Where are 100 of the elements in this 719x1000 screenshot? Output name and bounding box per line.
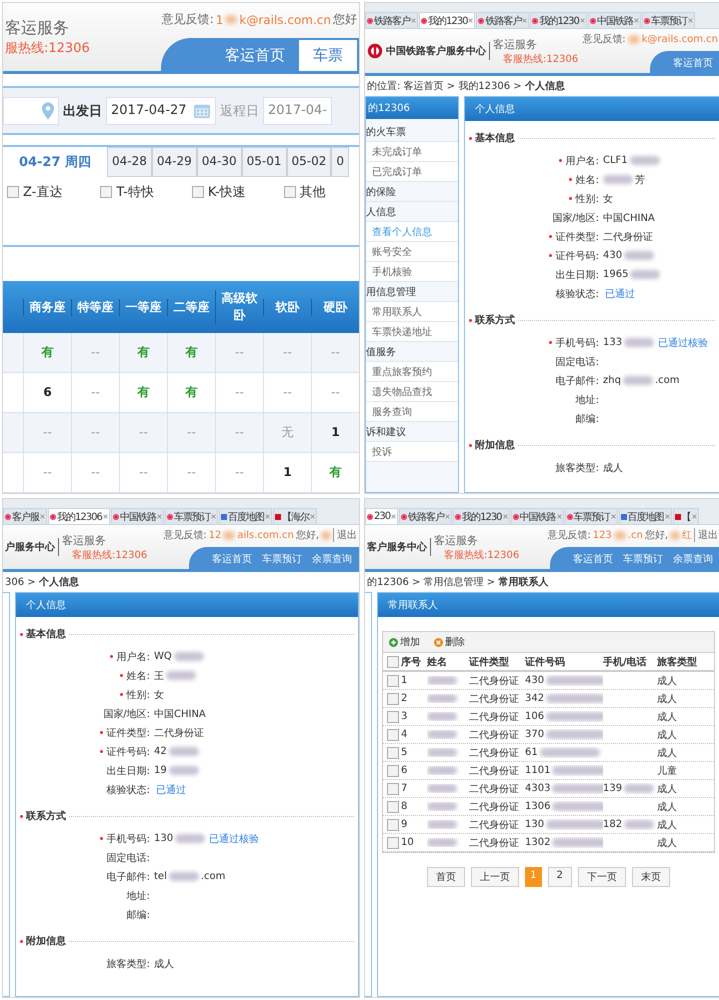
checkbox[interactable] [387, 710, 399, 722]
sidebar-item[interactable]: 手机核验 [366, 262, 458, 282]
feedback-label: 意见反馈: [582, 32, 626, 46]
greeting-text: 您好, [644, 529, 668, 542]
checkbox[interactable] [387, 800, 399, 812]
close-icon[interactable] [610, 514, 616, 519]
close-icon[interactable] [310, 514, 315, 519]
checkbox[interactable] [387, 656, 399, 668]
browser-tab[interactable]: 中国铁路 [110, 508, 164, 524]
table-cell: -- [23, 413, 71, 452]
logout-link[interactable]: 退出 [694, 528, 718, 542]
browser-tab[interactable]: 中国铁路 [588, 12, 641, 28]
close-icon[interactable] [688, 18, 693, 23]
station-field[interactable] [3, 96, 59, 124]
redaction-smudge [546, 730, 603, 739]
checkbox[interactable] [387, 728, 399, 740]
browser-tab[interactable]: 客户服 [3, 508, 47, 524]
close-icon[interactable] [522, 18, 528, 23]
close-icon[interactable] [468, 18, 474, 23]
train-type-checkbox[interactable]: T-特快 [100, 183, 154, 201]
close-icon[interactable] [634, 18, 639, 23]
browser-tab[interactable]: 我的12306 [48, 508, 110, 524]
browser-tab[interactable]: 车票预订 [642, 12, 695, 28]
browser-tab[interactable]: 我的1230 [530, 12, 587, 28]
sidebar-item[interactable]: 账号安全 [366, 242, 458, 262]
browser-tab[interactable]: 【海尔 [272, 508, 317, 524]
date-tab[interactable]: 04-30 [196, 147, 242, 177]
checkbox[interactable] [387, 818, 399, 830]
browser-tab[interactable]: 【 [672, 508, 699, 524]
sidebar-item[interactable]: 遗失物品查找 [366, 382, 458, 402]
browser-tab[interactable]: 铁路客户 [476, 12, 530, 28]
date-tab[interactable]: 05-01 [242, 147, 286, 177]
page-button[interactable]: 下一页 [578, 867, 626, 887]
redaction-smudge [546, 676, 603, 685]
toolbar-button[interactable]: 增加 [389, 635, 420, 649]
status-link[interactable]: 已通过 [605, 286, 635, 300]
browser-tab[interactable]: 中国铁路 [510, 508, 564, 524]
close-icon[interactable] [502, 514, 508, 519]
close-icon[interactable] [210, 514, 216, 519]
site-icon [5, 514, 11, 520]
sidebar-item[interactable]: 服务查询 [366, 402, 458, 422]
browser-tab[interactable]: 我的1230 [453, 508, 510, 524]
browser-tab[interactable]: 车票预订 [164, 508, 218, 524]
checkbox[interactable] [387, 782, 399, 794]
sidebar-item[interactable]: 车票快递地址 [366, 322, 458, 342]
table-cell-text: 成人 [657, 818, 678, 832]
close-icon[interactable] [445, 514, 450, 519]
browser-tab[interactable]: 百度地图 [218, 508, 272, 524]
date-tab[interactable]: 04-29 [152, 147, 197, 177]
close-icon[interactable] [664, 514, 670, 519]
close-icon[interactable] [692, 514, 697, 519]
date-tab[interactable]: 04-28 [107, 147, 152, 177]
browser-tab[interactable]: 百度地图 [618, 508, 672, 524]
train-type-checkbox[interactable]: Z-直达 [7, 183, 62, 201]
nav-link[interactable]: 车票 [299, 40, 357, 71]
calendar-icon[interactable] [193, 102, 211, 118]
close-icon[interactable] [411, 18, 416, 23]
toolbar-button[interactable]: 删除 [434, 635, 465, 649]
status-link[interactable]: 已通过核验 [209, 832, 260, 846]
train-type-checkbox[interactable]: 其他 [284, 183, 326, 201]
sidebar-group[interactable]: 的保险 [366, 182, 458, 202]
sidebar-item[interactable]: 重点旅客预约 [366, 362, 458, 382]
train-type-checkbox[interactable]: K-快速 [192, 183, 246, 201]
page-button[interactable]: 首页 [427, 867, 466, 887]
checkbox[interactable] [387, 692, 399, 704]
site-icon [566, 514, 573, 520]
table-cell: 4 [401, 729, 408, 740]
close-icon[interactable] [40, 514, 45, 519]
sidebar-item[interactable]: 投诉 [366, 442, 458, 462]
page-button[interactable]: 上一页 [471, 867, 520, 887]
browser-tab[interactable]: 铁路客户 [399, 508, 452, 524]
date-tab[interactable]: 0 [331, 147, 350, 177]
close-icon[interactable] [580, 18, 585, 23]
browser-tab[interactable]: 车票预订 [564, 508, 618, 524]
close-icon[interactable] [264, 514, 270, 519]
checkbox[interactable] [387, 746, 399, 758]
browser-tab[interactable]: 230 [365, 508, 398, 524]
field-value: 中国CHINA [154, 708, 206, 720]
status-link[interactable]: 已通过 [156, 782, 186, 796]
close-icon[interactable] [102, 514, 108, 519]
checkbox[interactable] [387, 764, 399, 776]
close-icon[interactable] [391, 514, 396, 519]
close-icon[interactable] [556, 514, 562, 519]
sidebar-item[interactable]: 已完成订单 [366, 162, 458, 182]
date-tab[interactable]: 05-02 [286, 147, 332, 177]
browser-tab[interactable]: 铁路客户 [365, 12, 418, 28]
page-button[interactable]: 末页 [632, 867, 670, 887]
checkbox[interactable] [387, 836, 399, 848]
feedback-label: 意见反馈: [547, 528, 591, 542]
page-button[interactable]: 2 [548, 867, 572, 887]
browser-tab[interactable]: 我的1230 [419, 12, 476, 28]
date-field[interactable]: 2017-04-27 [106, 96, 216, 124]
sidebar-item[interactable]: 未完成订单 [366, 142, 458, 162]
logout-link[interactable]: 退出 [333, 528, 357, 542]
date-field[interactable]: 2017-04- [263, 96, 332, 124]
status-link[interactable]: 已通过核验 [658, 336, 708, 350]
sidebar-item[interactable]: 常用联系人 [366, 302, 458, 322]
close-icon[interactable] [156, 514, 162, 519]
redaction-smudge [552, 838, 603, 847]
checkbox[interactable] [387, 674, 399, 686]
